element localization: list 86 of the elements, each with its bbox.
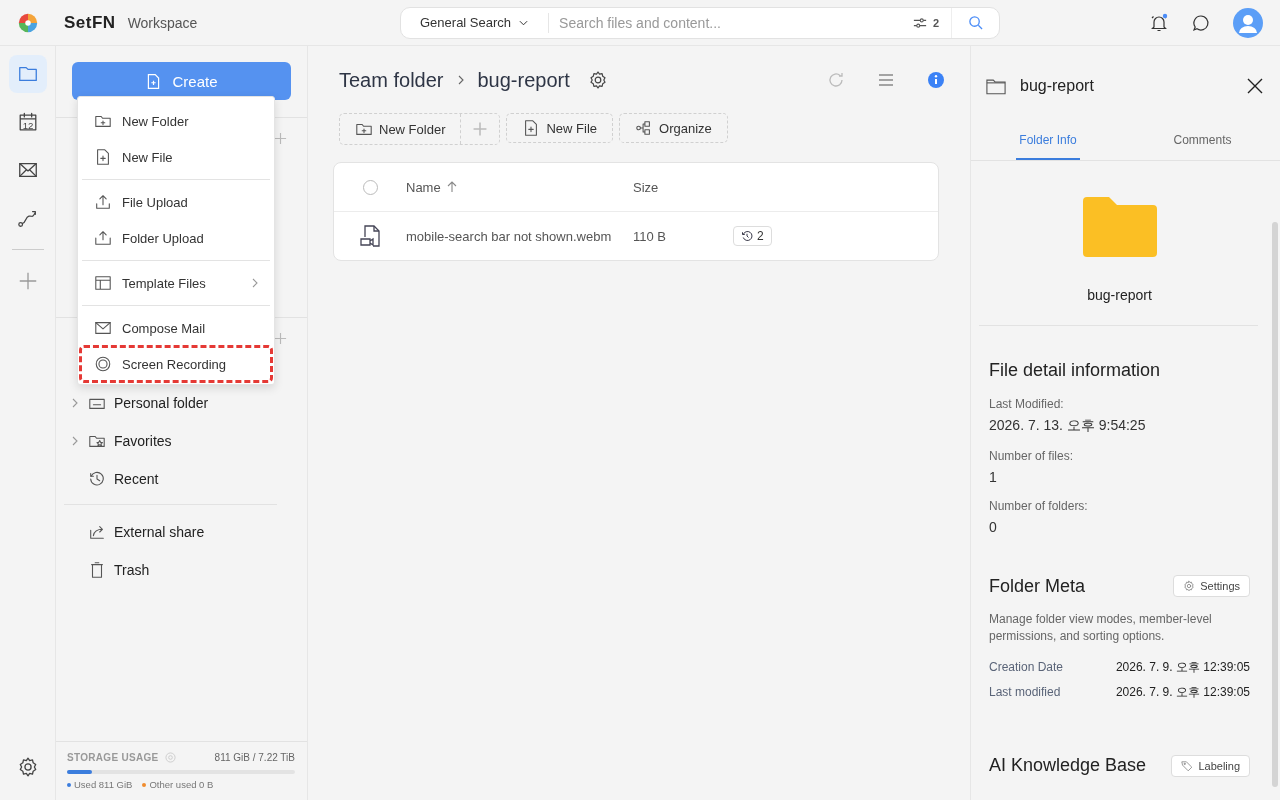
trash-icon: [88, 561, 106, 579]
chat-icon[interactable]: [1191, 12, 1211, 33]
field-label: Last modified: [989, 685, 1061, 700]
folder-upload-icon: [94, 229, 112, 247]
settings-button[interactable]: Settings: [1173, 575, 1250, 597]
storage-title: STORAGE USAGE: [67, 752, 159, 763]
field-label: Number of files:: [989, 449, 1075, 463]
breadcrumb-item[interactable]: bug-report: [477, 68, 570, 92]
legend-item: Other used 0 B: [142, 779, 214, 790]
search-field[interactable]: Search files and content...: [549, 14, 913, 31]
menu-item[interactable]: Screen Recording: [80, 346, 272, 382]
gear-icon: [587, 70, 608, 90]
folder-icon: [1082, 197, 1157, 257]
sidebar-item[interactable]: Favorites: [72, 422, 291, 460]
workspace-label: Workspace: [127, 14, 198, 31]
sort-arrow-icon: [446, 181, 457, 193]
menu-item[interactable]: Template Files: [82, 265, 270, 301]
add-icon[interactable]: [274, 331, 287, 345]
field-label: Last Modified:: [989, 397, 1065, 411]
filter-button[interactable]: 2: [912, 7, 951, 38]
search-bar[interactable]: General Search Search files and content... 2: [400, 6, 1000, 39]
section-description: Manage folder view modes, member-level permissions, and sorting options.: [989, 611, 1213, 645]
field-label: Creation Date: [989, 660, 1064, 675]
share-icon: [88, 523, 106, 541]
field-label: Number of folders:: [989, 499, 1089, 513]
avatar-icon[interactable]: [1233, 7, 1263, 38]
search-scope-dropdown[interactable]: General Search: [401, 12, 550, 33]
scrollbar[interactable]: [1272, 222, 1278, 787]
app-name: SetFN: [64, 12, 116, 33]
folder-icon: [986, 77, 1006, 95]
table-cell-text: 110 B: [633, 228, 667, 244]
refresh-icon[interactable]: [826, 70, 846, 90]
new-file-icon: [94, 148, 112, 166]
upload-icon: [94, 193, 112, 211]
sidebar-item[interactable]: Recent: [72, 460, 291, 498]
search-icon: [968, 15, 983, 30]
record-icon: [94, 355, 112, 373]
section-title: File detail information: [989, 360, 1162, 381]
version-badge[interactable]: 2: [733, 226, 772, 246]
close-icon[interactable]: [1247, 78, 1263, 94]
info-icon: [164, 752, 176, 763]
menu-item[interactable]: Folder Upload: [82, 220, 270, 256]
tag-icon: [1181, 759, 1194, 772]
mail-icon: [94, 319, 112, 337]
table-cell-text: mobile-search bar not shown.webm: [406, 228, 613, 244]
info-icon[interactable]: [926, 70, 946, 90]
menu-item[interactable]: Compose Mail: [82, 310, 270, 346]
labeling-button[interactable]: Labeling: [1171, 754, 1250, 777]
caret-icon: [519, 19, 529, 26]
tab[interactable]: Folder Info: [1016, 126, 1080, 160]
add-icon[interactable]: [274, 131, 287, 145]
column-header[interactable]: Name: [406, 179, 633, 195]
tab[interactable]: Comments: [1125, 126, 1280, 158]
folder-icon[interactable]: [8, 55, 47, 93]
organize-button[interactable]: Organize: [619, 113, 728, 143]
sliders-icon: [912, 15, 927, 30]
chevron-icon: [457, 75, 464, 85]
menu-item[interactable]: File Upload: [82, 184, 270, 220]
column-header[interactable]: Size: [633, 179, 733, 195]
recent-icon: [88, 470, 106, 488]
template-icon: [94, 274, 112, 292]
field-value: 0: [989, 519, 998, 535]
panel-title: bug-report: [1020, 77, 1094, 95]
field-value: 2026. 7. 9. 오후 12:39:05: [1115, 683, 1250, 701]
field-value: 2026. 7. 9. 오후 12:39:05: [1115, 658, 1250, 676]
sidebar-item[interactable]: External share: [72, 513, 291, 551]
chevron-icon: [72, 398, 78, 408]
section-title: AI Knowledge Base: [989, 755, 1147, 777]
section-title: Folder Meta: [989, 575, 1086, 597]
legend-item: Used 811 GiB: [67, 779, 133, 790]
video-file-icon: [358, 224, 382, 248]
logo-icon: [17, 11, 39, 34]
gear-icon: [1183, 580, 1196, 592]
sidebar-item[interactable]: Personal folder: [72, 384, 291, 422]
menu-item[interactable]: New File: [82, 139, 270, 175]
file-row[interactable]: mobile-search bar not shown.webm 110 B 2: [334, 212, 938, 260]
sidebar-item[interactable]: Trash: [72, 551, 291, 589]
field-value: 1: [989, 469, 998, 485]
notification-bell-icon[interactable]: [1149, 12, 1169, 33]
folder-name: bug-report: [1087, 287, 1152, 303]
new-file-button[interactable]: New File: [506, 113, 614, 143]
chevron-icon: [72, 436, 78, 446]
breadcrumb-item[interactable]: Team folder: [339, 68, 444, 92]
storage-summary: 811 GiB / 7.22 TiB: [214, 752, 295, 763]
menu-item[interactable]: New Folder: [82, 103, 270, 139]
field-value: 2026. 7. 13. 오후 9:54:25: [989, 417, 1147, 435]
